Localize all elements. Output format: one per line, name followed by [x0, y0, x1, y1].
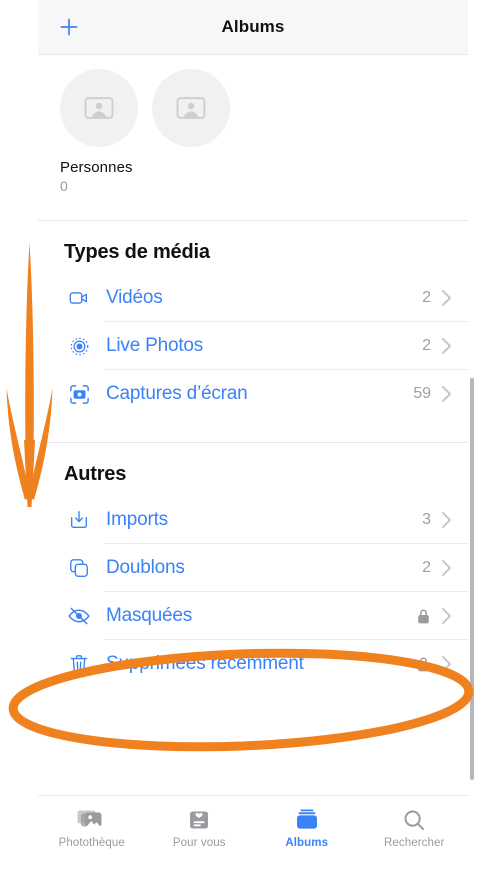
- lock-icon: [416, 608, 431, 625]
- vertical-scrollbar[interactable]: [470, 378, 474, 780]
- row-label: Doublons: [106, 557, 185, 578]
- page-title: Albums: [221, 17, 285, 36]
- row-label: Live Photos: [106, 335, 204, 356]
- magnifier-icon: [402, 806, 426, 832]
- tab-bar: Photothèque Pour vous Albums Rechercher: [38, 795, 468, 873]
- chevron-right-icon: [441, 655, 452, 673]
- duplicate-squares-icon: [64, 553, 94, 583]
- people-avatars: [60, 69, 468, 147]
- tab-albums[interactable]: Albums: [253, 806, 361, 849]
- tab-for-you[interactable]: Pour vous: [146, 806, 254, 849]
- tab-label: Pour vous: [172, 837, 226, 849]
- row-count: 2: [422, 337, 431, 354]
- row-hidden[interactable]: Masquées: [38, 592, 468, 640]
- row-duplicates[interactable]: Doublons 2: [38, 544, 468, 592]
- photo-library-icon: [77, 806, 107, 832]
- screen-root: Albums Personnes 0 Types de média Vidéos…: [0, 0, 500, 873]
- chevron-right-icon: [441, 607, 452, 625]
- screenshot-camera-icon: [64, 379, 94, 409]
- row-videos[interactable]: Vidéos 2: [38, 274, 468, 322]
- section-title-media-types: Types de média: [64, 241, 210, 263]
- people-label: Personnes: [60, 159, 133, 176]
- row-label: Vidéos: [106, 287, 163, 308]
- chevron-right-icon: [441, 559, 452, 577]
- row-count: 3: [422, 511, 431, 528]
- lock-icon: [416, 656, 431, 673]
- row-count: 2: [422, 289, 431, 306]
- tab-label: Rechercher: [384, 837, 445, 849]
- chevron-right-icon: [441, 385, 452, 403]
- section-title-others: Autres: [64, 463, 127, 485]
- photos-app-content: Albums Personnes 0 Types de média Vidéos…: [38, 0, 468, 873]
- row-count: 2: [422, 559, 431, 576]
- chevron-right-icon: [441, 337, 452, 355]
- video-camera-icon: [64, 283, 94, 313]
- row-count: 59: [413, 385, 431, 402]
- plus-icon[interactable]: [56, 14, 82, 40]
- navigation-bar: Albums: [38, 0, 468, 55]
- person-photo-placeholder-icon[interactable]: [60, 69, 138, 147]
- row-label: Masquées: [106, 605, 193, 626]
- row-live-photos[interactable]: Live Photos 2: [38, 322, 468, 370]
- import-download-icon: [64, 505, 94, 535]
- live-photo-icon: [64, 331, 94, 361]
- row-label: Supprimées récemment: [106, 653, 304, 674]
- chevron-right-icon: [441, 289, 452, 307]
- chevron-right-icon: [441, 511, 452, 529]
- tab-search[interactable]: Rechercher: [361, 806, 469, 849]
- people-section: Personnes 0: [38, 55, 468, 194]
- tab-label: Photothèque: [58, 837, 125, 849]
- eye-slash-icon: [64, 601, 94, 631]
- for-you-card-icon: [187, 806, 211, 832]
- tab-label: Albums: [285, 837, 329, 849]
- tab-photo-library[interactable]: Photothèque: [38, 806, 146, 849]
- people-count: 0: [60, 178, 68, 194]
- trash-icon: [64, 649, 94, 679]
- row-imports[interactable]: Imports 3: [38, 496, 468, 544]
- person-photo-placeholder-icon[interactable]: [152, 69, 230, 147]
- row-label: Captures d’écran: [106, 383, 248, 404]
- row-label: Imports: [106, 509, 168, 530]
- albums-stack-icon: [294, 806, 320, 832]
- row-screenshots[interactable]: Captures d’écran 59: [38, 370, 468, 418]
- row-recently-deleted[interactable]: Supprimées récemment: [38, 640, 468, 688]
